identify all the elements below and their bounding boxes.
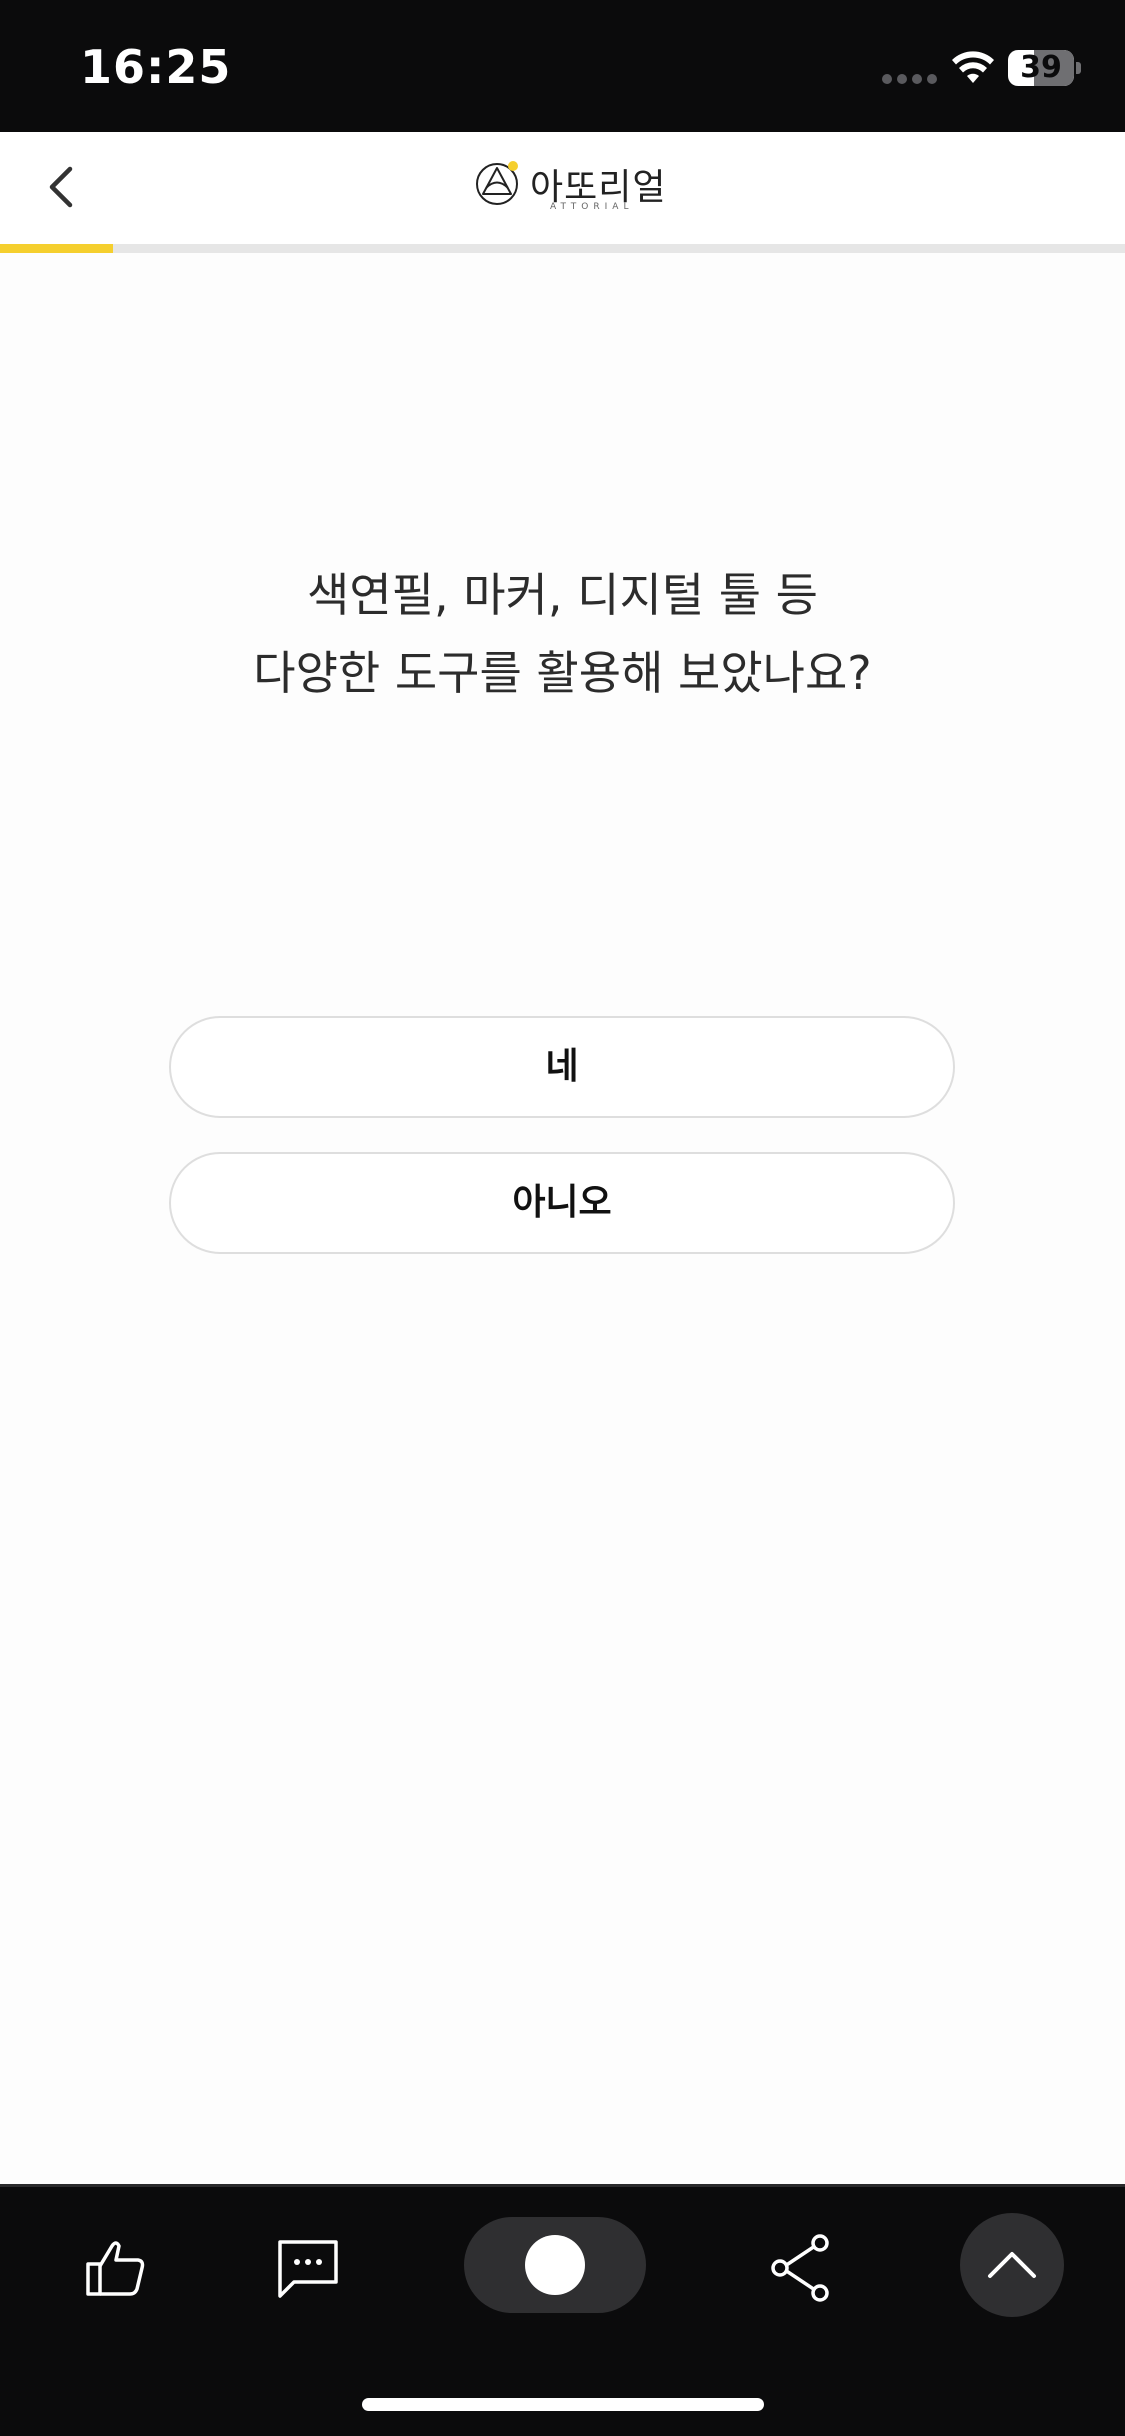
signal-dots-icon	[882, 74, 937, 84]
chevron-left-icon	[49, 166, 73, 208]
logo-subtext: ATTORIAL	[550, 202, 634, 212]
like-button[interactable]	[78, 2230, 154, 2306]
home-indicator[interactable]	[362, 2398, 764, 2411]
wifi-icon	[952, 51, 994, 83]
comment-icon	[278, 2240, 338, 2298]
question-line-2: 다양한 도구를 활용해 보았나요?	[253, 646, 872, 700]
logo-mark-icon	[476, 161, 518, 205]
answer-no-button[interactable]: 아니오	[169, 1152, 955, 1254]
share-icon	[771, 2234, 829, 2302]
share-button[interactable]	[762, 2230, 838, 2306]
question-line-1: 색연필, 마커, 디지털 툴 등	[307, 568, 818, 622]
progress-fill	[0, 244, 113, 253]
bottom-bar	[0, 2184, 1125, 2436]
back-button[interactable]	[30, 152, 100, 222]
app-header: 아또리얼 ATTORIAL	[0, 132, 1125, 244]
status-bar: 16:25 39	[0, 0, 1125, 132]
battery-icon: 39	[1008, 50, 1081, 86]
question-text: 색연필, 마커, 디지털 툴 등 다양한 도구를 활용해 보았나요?	[0, 556, 1125, 712]
progress-bar	[0, 244, 1125, 253]
toggle-icon	[525, 2235, 585, 2295]
scroll-top-button[interactable]	[960, 2213, 1064, 2317]
logo: 아또리얼 ATTORIAL	[474, 156, 665, 220]
thumbs-up-icon	[86, 2241, 145, 2296]
answer-yes-button[interactable]: 네	[169, 1016, 955, 1118]
comment-button[interactable]	[270, 2230, 346, 2306]
toggle-button[interactable]	[464, 2217, 646, 2313]
status-time: 16:25	[80, 40, 232, 94]
battery-level: 39	[1020, 50, 1062, 85]
chevron-up-icon	[988, 2252, 1036, 2278]
